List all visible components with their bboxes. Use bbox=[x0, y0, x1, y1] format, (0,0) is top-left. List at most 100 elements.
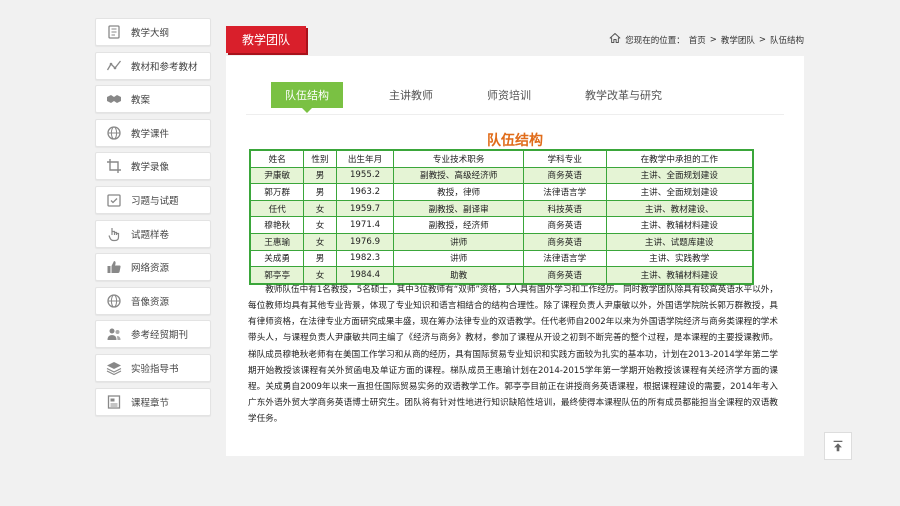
table-cell: 1959.7 bbox=[335, 199, 395, 218]
table-cell: 1955.2 bbox=[335, 166, 395, 185]
table-row: 任代女 1959.7 副教授、副译审 科技英语 主讲、教材建设、 bbox=[249, 199, 754, 218]
breadcrumb-section-link[interactable]: 教学团队 bbox=[721, 34, 755, 46]
table-cell: 尹康敏 bbox=[249, 166, 305, 185]
sidebar-item-3[interactable]: 教案 bbox=[95, 85, 211, 114]
table-row: 王惠瑜女 1976.9 讲师 商务英语 主讲、试题库建设 bbox=[249, 232, 754, 251]
tab-lead-teachers[interactable]: 主讲教师 bbox=[375, 82, 447, 108]
sidebar-item-10[interactable]: 参考经贸期刊 bbox=[95, 320, 211, 349]
table-cell: 男 bbox=[303, 183, 337, 201]
table-header-cell: 学科专业 bbox=[522, 149, 607, 168]
table-cell: 男 bbox=[303, 166, 337, 185]
table-cell: 主讲、全面规划建设 bbox=[605, 183, 754, 201]
tab-teacher-training[interactable]: 师资培训 bbox=[473, 82, 545, 108]
team-table: 姓名 性别 出生年月 专业技术职务 学科专业 在教学中承担的工作 尹康敏男 1955.2 副教… bbox=[249, 149, 754, 285]
sidebar-item-1[interactable]: 教学大纲 bbox=[95, 18, 211, 46]
globe-icon bbox=[105, 125, 123, 141]
back-to-top-button[interactable] bbox=[824, 432, 852, 460]
sidebar-item-label: 音像资源 bbox=[131, 296, 170, 308]
sidebar-item-7[interactable]: 试题样卷 bbox=[95, 219, 211, 248]
table-row: 关成勇男 1982.3 讲师 法律语言学 主讲、实践教学 bbox=[249, 249, 754, 268]
sidebar-item-label: 教材和参考教材 bbox=[131, 61, 198, 73]
sidebar-item-9[interactable]: 音像资源 bbox=[95, 286, 211, 315]
table-row: 郭万群男 1963.2 教授，律师 法律语言学 主讲、全面规划建设 bbox=[249, 183, 754, 201]
table-cell: 1976.9 bbox=[335, 232, 395, 251]
table-cell: 女 bbox=[303, 216, 337, 234]
layers-icon bbox=[105, 360, 123, 376]
home-icon bbox=[609, 32, 621, 47]
table-row: 尹康敏男 1955.2 副教授、高级经济师 商务英语 主讲、全面规划建设 bbox=[249, 166, 754, 185]
sidebar-item-12[interactable]: 课程章节 bbox=[95, 387, 211, 416]
table-cell: 任代 bbox=[249, 199, 305, 218]
breadcrumb-home-link[interactable]: 首页 bbox=[689, 34, 706, 46]
sidebar-item-6[interactable]: 习题与试题 bbox=[95, 185, 211, 214]
document-icon bbox=[105, 394, 123, 410]
table-cell: 教授，律师 bbox=[393, 183, 524, 201]
table-cell: 商务英语 bbox=[522, 232, 607, 251]
table-cell: 商务英语 bbox=[522, 166, 607, 185]
section-title-label: 教学团队 bbox=[241, 33, 290, 47]
table-cell: 男 bbox=[303, 249, 337, 268]
table-header-cell: 在教学中承担的工作 bbox=[605, 149, 754, 168]
breadcrumb-separator: > bbox=[709, 34, 717, 45]
breadcrumb-prefix: 您现在的位置： bbox=[625, 35, 685, 46]
arrow-up-icon bbox=[833, 440, 843, 452]
table-cell: 郭万群 bbox=[249, 183, 305, 201]
table-cell: 1963.2 bbox=[335, 183, 395, 201]
tab-teaching-reform[interactable]: 教学改革与研究 bbox=[571, 82, 676, 108]
breadcrumb: 您现在的位置： 首页 > 教学团队 > 队伍结构 bbox=[609, 32, 804, 47]
content-title: 队伍结构 bbox=[487, 133, 543, 149]
table-header-row: 姓名 性别 出生年月 专业技术职务 学科专业 在教学中承担的工作 bbox=[249, 149, 754, 168]
divider bbox=[246, 114, 784, 115]
table-cell: 主讲、试题库建设 bbox=[605, 232, 754, 251]
sidebar-item-label: 实验指导书 bbox=[131, 363, 179, 375]
table-cell: 副教授、高级经济师 bbox=[393, 166, 524, 185]
sidebar-item-11[interactable]: 实验指导书 bbox=[95, 353, 211, 382]
tab-team-structure[interactable]: 队伍结构 bbox=[271, 82, 343, 113]
hand-pointer-icon bbox=[105, 226, 123, 242]
thumbs-up-icon bbox=[105, 259, 123, 275]
table-cell: 女 bbox=[303, 199, 337, 218]
table-cell: 王惠瑜 bbox=[249, 232, 305, 251]
breadcrumb-separator: > bbox=[758, 34, 766, 45]
tab-bar: 队伍结构 主讲教师 师资培训 教学改革与研究 bbox=[271, 82, 702, 113]
sidebar-item-8[interactable]: 网络资源 bbox=[95, 253, 211, 282]
sidebar-item-label: 网络资源 bbox=[131, 263, 170, 275]
sidebar-item-label: 习题与试题 bbox=[131, 195, 179, 207]
chart-line-icon bbox=[105, 58, 123, 74]
content-panel: 队伍结构 主讲教师 师资培训 教学改革与研究 队伍结构 姓名 性别 出生年月 专业技术… bbox=[226, 56, 804, 456]
table-cell: 法律语言学 bbox=[522, 183, 607, 201]
team-description: 教师队伍中有1名教授，5名硕士，其中3位教师有“双师”资格，5人具有国外学习和工… bbox=[248, 285, 778, 425]
table-header-cell: 出生年月 bbox=[335, 149, 395, 168]
users-icon bbox=[105, 326, 123, 342]
crop-icon bbox=[105, 158, 123, 174]
table-header-cell: 姓名 bbox=[249, 149, 305, 168]
table-cell: 科技英语 bbox=[522, 199, 607, 218]
sidebar-item-2[interactable]: 教材和参考教材 bbox=[95, 51, 211, 80]
sidebar-item-label: 教学录像 bbox=[131, 162, 170, 174]
table-row: 穆艳秋女 1971.4 副教授，经济师 商务英语 主讲、教辅材料建设 bbox=[249, 216, 754, 234]
section-title: 教学团队 bbox=[226, 26, 306, 53]
table-header-cell: 性别 bbox=[303, 149, 337, 168]
handshake-icon bbox=[105, 91, 123, 107]
table-cell: 商务英语 bbox=[522, 216, 607, 234]
table-cell: 副教授、副译审 bbox=[393, 199, 524, 218]
table-cell: 副教授，经济师 bbox=[393, 216, 524, 234]
sidebar-item-label: 参考经贸期刊 bbox=[131, 330, 189, 342]
table-cell: 主讲、实践教学 bbox=[605, 249, 754, 268]
book-icon bbox=[105, 24, 123, 40]
sidebar-item-5[interactable]: 教学录像 bbox=[95, 152, 211, 181]
table-cell: 主讲、教辅材料建设 bbox=[605, 216, 754, 234]
table-header-cell: 专业技术职务 bbox=[393, 149, 524, 168]
sidebar-nav: 教学大纲教材和参考教材 教案教学课件教学录像习题与试题试题样卷网络资源音像资源参考… bbox=[95, 18, 211, 421]
table-cell: 讲师 bbox=[393, 232, 524, 251]
sidebar-item-4[interactable]: 教学课件 bbox=[95, 118, 211, 147]
table-cell: 主讲、教材建设、 bbox=[605, 199, 754, 218]
sidebar-item-label: 教案 bbox=[131, 95, 151, 107]
table-cell: 1982.3 bbox=[335, 249, 395, 268]
globe-icon bbox=[105, 293, 123, 309]
table-cell: 女 bbox=[303, 232, 337, 251]
table-cell: 法律语言学 bbox=[522, 249, 607, 268]
table-cell: 1971.4 bbox=[335, 216, 395, 234]
sidebar-item-label: 教学大纲 bbox=[131, 28, 170, 39]
sidebar-item-label: 试题样卷 bbox=[131, 229, 170, 241]
